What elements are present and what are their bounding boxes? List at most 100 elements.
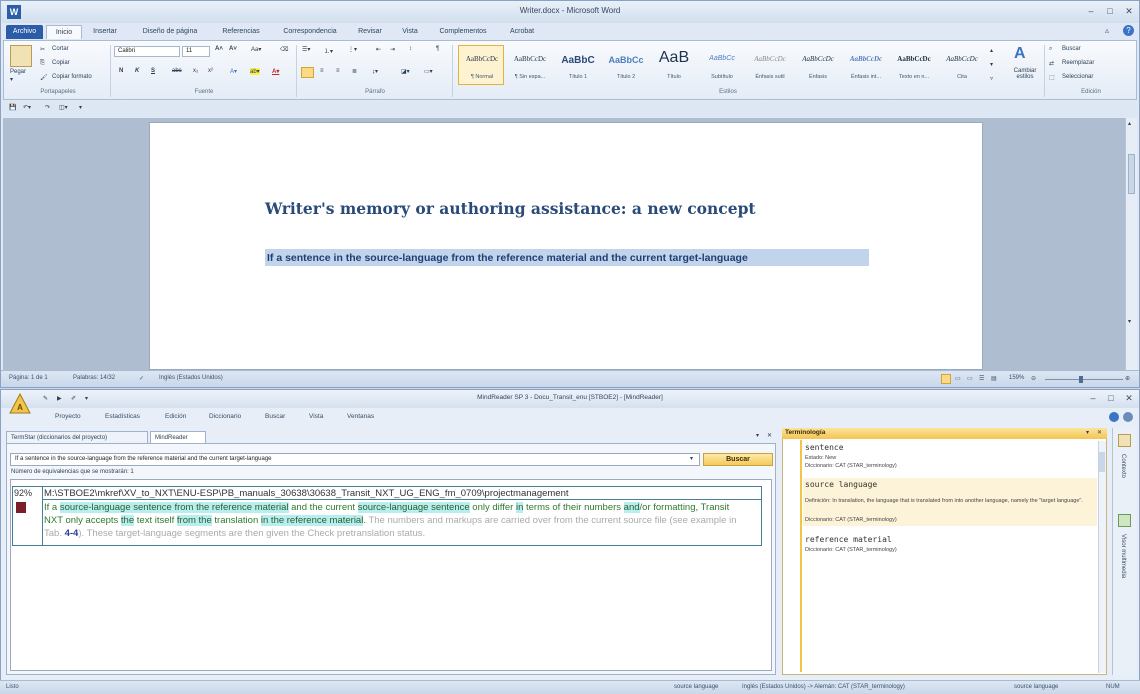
- context-icon[interactable]: [1118, 434, 1131, 447]
- bold-icon[interactable]: N: [119, 68, 123, 74]
- redo-icon[interactable]: ↷: [45, 104, 50, 111]
- styles-more-icon[interactable]: ▿: [990, 75, 993, 82]
- scroll-down-icon[interactable]: ▾: [1128, 318, 1131, 325]
- select-button[interactable]: Seleccionar: [1062, 74, 1093, 80]
- subscript-icon[interactable]: x₂: [193, 68, 198, 74]
- document-page[interactable]: Writer's memory or authoring assistance:…: [149, 122, 983, 370]
- find-icon[interactable]: ⌕: [1049, 46, 1052, 53]
- font-size-combo[interactable]: 11: [182, 46, 210, 57]
- tab-acrobat[interactable]: Acrobat: [499, 25, 545, 39]
- maximize-icon[interactable]: □: [1102, 5, 1118, 18]
- proofing-icon[interactable]: ✓: [139, 375, 144, 382]
- paste-dropdown-icon[interactable]: ▾: [10, 76, 13, 83]
- document-paragraph[interactable]: If a sentence in the source-language fro…: [267, 252, 748, 264]
- style-subtle-emphasis[interactable]: AaBbCcDc Énfasis sutil: [746, 45, 792, 85]
- superscript-icon[interactable]: x²: [208, 68, 213, 74]
- grow-font-icon[interactable]: A˄: [215, 46, 223, 52]
- page-count[interactable]: Página: 1 de 1: [9, 375, 48, 381]
- justify-icon[interactable]: ≣: [352, 68, 357, 75]
- style-normal[interactable]: AaBbCcDc ¶ Normal: [458, 45, 504, 85]
- mr-minimize-icon[interactable]: –: [1085, 392, 1101, 405]
- highlight-icon[interactable]: ab▾: [250, 68, 260, 75]
- align-right-icon[interactable]: ≡: [336, 68, 340, 74]
- multilevel-list-icon[interactable]: ⋮▾: [348, 46, 357, 53]
- qat-run-icon[interactable]: ▶: [57, 395, 62, 402]
- menu-windows[interactable]: Ventanas: [347, 413, 374, 420]
- menu-view[interactable]: Vista: [309, 413, 323, 420]
- change-case-icon[interactable]: Aa▾: [251, 46, 261, 53]
- draft-icon[interactable]: ▤: [991, 375, 997, 382]
- scroll-up-icon[interactable]: ▴: [1128, 120, 1131, 127]
- minimize-icon[interactable]: –: [1083, 5, 1099, 18]
- menu-search[interactable]: Buscar: [265, 413, 285, 420]
- show-marks-icon[interactable]: ¶: [436, 46, 439, 52]
- tab-mailings[interactable]: Correspondencia: [273, 25, 347, 39]
- align-center-icon[interactable]: ≡: [320, 68, 324, 74]
- terminology-pin-icon[interactable]: ▾: [1086, 429, 1089, 436]
- document-heading[interactable]: Writer's memory or authoring assistance:…: [265, 199, 756, 218]
- style-heading-1[interactable]: AaBbC Título 1: [554, 45, 600, 85]
- mr-maximize-icon[interactable]: □: [1103, 392, 1119, 405]
- styles-scroll-down-icon[interactable]: ▾: [990, 61, 993, 68]
- menu-edit[interactable]: Edición: [165, 413, 186, 420]
- style-strong[interactable]: AaBbCcDc Texto en n...: [890, 45, 936, 85]
- align-left-icon[interactable]: [301, 67, 314, 78]
- terminology-scroll-thumb[interactable]: [1099, 452, 1105, 472]
- tab-addins[interactable]: Complementos: [431, 25, 495, 39]
- shading-icon[interactable]: ◪▾: [401, 68, 410, 75]
- mr-help-icon[interactable]: [1109, 412, 1119, 422]
- mr-info-icon[interactable]: [1123, 412, 1133, 422]
- change-styles-button[interactable]: Cambiar estilos: [1008, 68, 1042, 80]
- outline-icon[interactable]: ☰: [979, 375, 984, 382]
- terminology-close-icon[interactable]: ✕: [1097, 429, 1102, 436]
- word-count[interactable]: Palabras: 14/32: [73, 375, 115, 381]
- side-tab-multimedia[interactable]: Visor multimedia: [1120, 534, 1126, 578]
- term-entry-name[interactable]: reference material: [805, 535, 892, 544]
- web-layout-icon[interactable]: ▭: [967, 375, 973, 382]
- line-spacing-icon[interactable]: ↨▾: [372, 68, 378, 75]
- tab-page-layout[interactable]: Diseño de página: [131, 25, 209, 39]
- undo-icon[interactable]: ↶▾: [23, 104, 31, 111]
- tab-references[interactable]: Referencias: [213, 25, 269, 39]
- style-emphasis[interactable]: AaBbCcDc Énfasis: [794, 45, 840, 85]
- format-painter-icon[interactable]: 🖌: [40, 74, 48, 81]
- close-icon[interactable]: ✕: [1121, 5, 1137, 18]
- help-icon[interactable]: ?: [1123, 25, 1134, 36]
- ribbon-minimize-icon[interactable]: ▵: [1105, 26, 1109, 35]
- side-tab-context[interactable]: Contexto: [1120, 454, 1126, 478]
- term-entry-name[interactable]: source language: [805, 480, 877, 489]
- scroll-thumb[interactable]: [1128, 154, 1135, 194]
- tab-insert[interactable]: Insertar: [85, 25, 125, 39]
- zoom-out-icon[interactable]: ⊖: [1031, 375, 1036, 382]
- shrink-font-icon[interactable]: A˅: [229, 46, 237, 52]
- zoom-slider[interactable]: [1045, 379, 1123, 380]
- increase-indent-icon[interactable]: ⇥: [390, 46, 395, 53]
- menu-dictionary[interactable]: Diccionario: [209, 413, 241, 420]
- strikethrough-icon[interactable]: abc: [172, 68, 182, 74]
- format-painter-button[interactable]: Copiar formato: [52, 74, 92, 80]
- term-entry-name[interactable]: sentence: [805, 443, 844, 452]
- save-icon[interactable]: 💾: [9, 104, 16, 111]
- sort-icon[interactable]: ↕: [409, 46, 412, 52]
- panel-close-icon[interactable]: ✕: [767, 432, 772, 439]
- decrease-indent-icon[interactable]: ⇤: [376, 46, 381, 53]
- find-button[interactable]: Buscar: [1062, 46, 1081, 52]
- terminology-scrollbar[interactable]: [1098, 441, 1106, 673]
- copy-icon[interactable]: ⎘: [40, 60, 45, 67]
- menu-statistics[interactable]: Estadísticas: [105, 413, 140, 420]
- multimedia-icon[interactable]: [1118, 514, 1131, 527]
- tab-view[interactable]: Vista: [393, 25, 427, 39]
- vertical-scrollbar[interactable]: ▴ ▾: [1125, 118, 1137, 370]
- zoom-slider-thumb[interactable]: [1079, 376, 1083, 383]
- paste-icon[interactable]: [10, 45, 32, 67]
- replace-icon[interactable]: ⇄: [1049, 60, 1054, 67]
- text-effects-icon[interactable]: A▾: [230, 68, 237, 75]
- style-quote[interactable]: AaBbCcDc Cita: [938, 45, 984, 85]
- tab-termstar[interactable]: TermStar (diccionarios del proyecto): [6, 431, 148, 443]
- search-button[interactable]: Buscar: [703, 453, 773, 466]
- language-status[interactable]: Inglés (Estados Unidos): [159, 375, 223, 381]
- change-styles-icon[interactable]: A: [1014, 45, 1026, 63]
- cut-icon[interactable]: ✂: [40, 46, 45, 53]
- mr-close-icon[interactable]: ✕: [1121, 392, 1137, 405]
- style-subtitle[interactable]: AaBbCc Subtítulo: [698, 45, 744, 85]
